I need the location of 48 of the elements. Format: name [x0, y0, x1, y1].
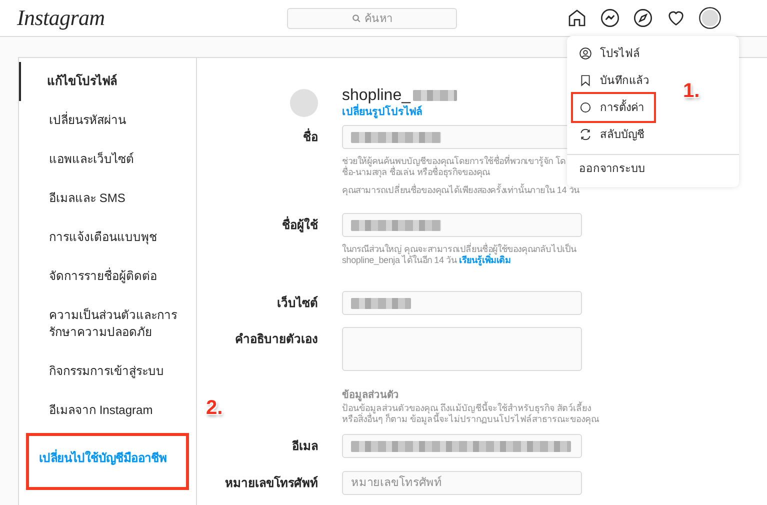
- redacted-value: [351, 298, 411, 308]
- input-field[interactable]: [342, 434, 582, 458]
- sidebar-item[interactable]: จัดการรายชื่อผู้ติดต่อ: [19, 257, 196, 296]
- sidebar-item[interactable]: เปลี่ยนรหัสผ่าน: [19, 101, 196, 140]
- help-text: ช่วยให้ผู้คนค้นพบบัญชีของคุณโดยการใช้ชื่อที่พวกเขารู้จัก โด ชื่อ-นามสกุล ชื่อเล่น หรือชื่อธุรกิจของคุณ: [342, 156, 566, 178]
- menu-item[interactable]: สลับบัญชี: [567, 121, 650, 148]
- menu-item-label: การตั้งค่า: [600, 100, 644, 114]
- field-label: เว็บไซต์: [277, 294, 318, 312]
- switch-icon: [579, 128, 592, 141]
- field-label: อีเมล: [292, 438, 318, 455]
- compass-icon[interactable]: [633, 8, 653, 28]
- avatar-icon[interactable]: [699, 7, 721, 29]
- section-description: ป้อนข้อมูลส่วนตัวของคุณ ถึงแม้บัญชีนี้จะใช้สำหรับธุรกิจ สัตว์เลี้ยง หรือสิ่งอื่นๆ ก็ตาม ข้อมูลนี้จะไม่ปรากฏบนโปรไฟล์สาธารณะของคุณ: [342, 403, 600, 425]
- menu-item-label: สลับบัญชี: [600, 128, 644, 142]
- help-text: ในกรณีส่วนใหญ่ คุณจะสามารถเปลี่ยนชื่อผู้ใช้ของคุณกลับไปเป็น shopline_benja ได้ในอีก 14 วัน เรียนรู้เพิ่มเติม: [342, 244, 577, 266]
- sidebar-item[interactable]: ความเป็นส่วนตัวและการรักษาความปลอดภัย: [19, 296, 196, 352]
- menu-item-label: บันทึกแล้ว: [600, 74, 649, 88]
- input-field[interactable]: [342, 291, 582, 315]
- input-field[interactable]: [342, 213, 582, 237]
- username: shopline_: [342, 86, 410, 104]
- profile-avatar[interactable]: [290, 89, 318, 117]
- home-icon[interactable]: [567, 8, 587, 28]
- settings-icon: [579, 101, 592, 114]
- sidebar-item[interactable]: แอพและเว็บไซต์: [19, 140, 196, 179]
- field-label: คำอธิบายตัวเอง: [235, 331, 318, 348]
- sidebar-item[interactable]: กิจกรรมการเข้าสู่ระบบ: [19, 352, 196, 391]
- menu-item-label: โปรไฟล์: [600, 46, 640, 60]
- field-label: ชื่อผู้ใช้: [282, 215, 318, 234]
- sidebar-item[interactable]: อีเมลและ SMS: [19, 179, 196, 218]
- menu-item[interactable]: โปรไฟล์: [567, 40, 646, 67]
- person-icon: [579, 47, 592, 60]
- instagram-logo[interactable]: Instagram: [17, 5, 287, 31]
- step-number: 1.: [683, 80, 700, 103]
- sidebar-item[interactable]: การแจ้งเตือนแบบพุช: [19, 218, 196, 257]
- step-number: 2.: [206, 397, 223, 420]
- field-label: หมายเลขโทรศัพท์: [225, 474, 318, 492]
- logout-item[interactable]: ออกจากระบบ: [567, 154, 739, 187]
- search-icon: [352, 14, 360, 22]
- bookmark-icon: [579, 74, 592, 87]
- sidebar-item[interactable]: แก้ไขโปรไฟล์: [19, 62, 196, 101]
- menu-item[interactable]: บันทึกแล้ว: [567, 67, 655, 94]
- help-text: คุณสามารถเปลี่ยนชื่อของคุณได้เพียงสองครั้งเท่านั้นภายใน 14 วัน: [342, 185, 580, 196]
- messenger-icon[interactable]: [600, 8, 620, 28]
- sidebar-item[interactable]: อีเมลจาก Instagram: [19, 391, 196, 430]
- bio-field[interactable]: [342, 327, 582, 371]
- menu-item[interactable]: การตั้งค่า: [573, 94, 654, 121]
- section-title: ข้อมูลส่วนตัว: [342, 389, 400, 402]
- field-label: ชื่อ: [303, 127, 318, 146]
